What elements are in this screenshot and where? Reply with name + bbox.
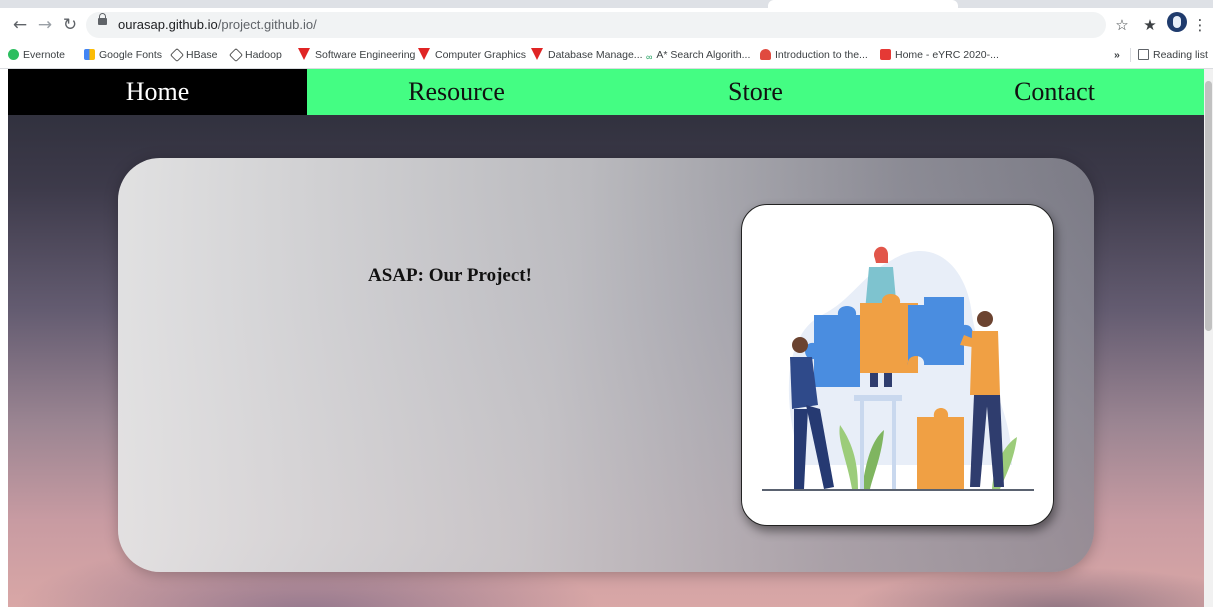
bookmark-label: Google Fonts [99, 49, 163, 61]
bookmark-computer-graphics[interactable]: Computer Graphics [418, 47, 526, 63]
google-fonts-icon [84, 49, 95, 60]
bookmark-label: Home - eYRC 2020-... [895, 49, 999, 61]
forward-icon[interactable]: → [35, 15, 55, 35]
bookmark-label: Computer Graphics [435, 49, 527, 61]
teamwork-puzzle-illustration-icon [762, 246, 1034, 491]
lock-icon[interactable] [98, 13, 107, 25]
bookmark-introduction[interactable]: Introduction to the... [760, 47, 868, 63]
bookmark-hbase[interactable]: HBase [169, 47, 218, 63]
url-text[interactable]: ourasap.github.io/project.github.io/ [118, 17, 317, 32]
bookmark-label: Software Engineering [315, 49, 416, 61]
bookmark-label: Evernote [23, 49, 66, 61]
bookmark-database-management[interactable]: Database Manage... [531, 47, 643, 63]
hadoop-icon [228, 47, 244, 63]
menu-kebab-icon[interactable]: ⋮ [1190, 15, 1210, 35]
bookmark-software-engineering[interactable]: Software Engineering [298, 47, 415, 63]
hbase-icon [169, 47, 185, 63]
bookmark-eyrc[interactable]: Home - eYRC 2020-... [880, 47, 999, 63]
page-scrollbar[interactable] [1204, 69, 1213, 607]
hero-card: ASAP: Our Project! [118, 158, 1094, 572]
bookmark-a-star-search[interactable]: ∞ A* Search Algorith... [646, 47, 750, 63]
more-bookmarks-button[interactable]: » [1114, 47, 1120, 63]
nav-contact[interactable]: Contact [905, 69, 1204, 115]
nav-resource[interactable]: Resource [307, 69, 606, 115]
bookmarks-separator [1130, 48, 1131, 62]
bookmark-label: Introduction to the... [775, 49, 868, 61]
tab-strip [0, 0, 1213, 8]
bookmark-star-icon[interactable]: ☆ [1112, 15, 1132, 35]
reading-list-icon [1138, 49, 1149, 60]
bookmark-hadoop[interactable]: Hadoop [228, 47, 282, 63]
reload-icon[interactable]: ↻ [60, 15, 80, 35]
glasses-icon: ∞ [646, 52, 653, 62]
hero-image [741, 204, 1054, 526]
reading-list-label: Reading list [1153, 49, 1208, 61]
address-bar[interactable]: ourasap.github.io/project.github.io/ [86, 12, 1106, 38]
scrollbar-thumb[interactable] [1205, 81, 1212, 331]
course-icon [418, 48, 430, 60]
url-path: /project.github.io/ [217, 17, 317, 32]
bookmark-label: A* Search Algorith... [656, 49, 751, 61]
nav-store[interactable]: Store [606, 69, 905, 115]
bookmark-label: Database Manage... [548, 49, 643, 61]
site-navbar: Home Resource Store Contact [8, 69, 1204, 115]
active-tab[interactable] [768, 0, 958, 8]
browser-toolbar: ← → ↻ ourasap.github.io/project.github.i… [0, 8, 1213, 42]
bookmarks-bar: Evernote Google Fonts HBase Hadoop Softw… [0, 42, 1213, 69]
nav-home[interactable]: Home [8, 69, 307, 115]
bookmark-google-fonts[interactable]: Google Fonts [84, 47, 162, 63]
evernote-icon [8, 49, 19, 60]
url-host: ourasap.github.io [118, 17, 218, 32]
bookmark-label: HBase [186, 49, 218, 61]
bookmark-label: Hadoop [245, 49, 282, 61]
eyrc-icon [880, 49, 891, 60]
profile-avatar[interactable] [1167, 12, 1187, 32]
course-icon [298, 48, 310, 60]
bookmark-evernote[interactable]: Evernote [8, 47, 65, 63]
back-icon[interactable]: ← [10, 15, 30, 35]
page-viewport: Home Resource Store Contact ASAP: Our Pr… [8, 69, 1204, 607]
reading-list-button[interactable]: Reading list [1138, 47, 1208, 63]
hero-title: ASAP: Our Project! [368, 265, 532, 286]
extensions-puzzle-icon[interactable]: ★ [1140, 15, 1160, 35]
course-icon [760, 49, 771, 60]
course-icon [531, 48, 543, 60]
